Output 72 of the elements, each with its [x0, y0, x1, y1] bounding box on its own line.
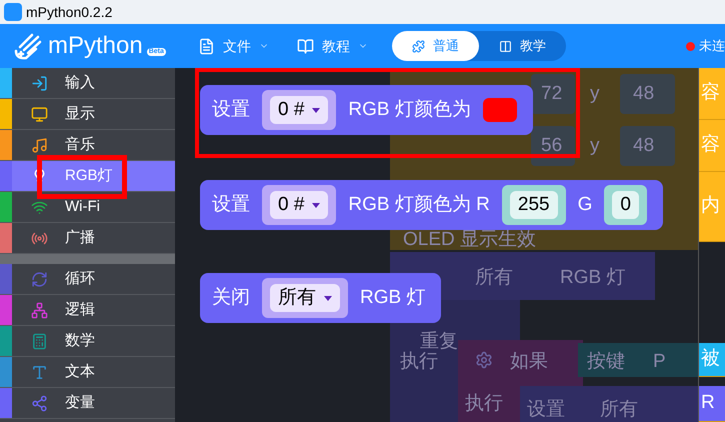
hierarchy-icon — [31, 302, 48, 318]
logo-text: mPython — [48, 31, 143, 61]
category-item[interactable]: 变量 — [0, 388, 175, 419]
faded-block-text: P — [653, 350, 666, 374]
edge-block: R — [699, 386, 725, 422]
faded-block-text: 执行 — [465, 392, 503, 416]
faded-block-text: 所有 — [475, 266, 513, 290]
gear-icon — [475, 351, 493, 369]
puzzle-icon — [412, 40, 425, 52]
dropdown-caret-icon — [312, 202, 320, 208]
code-block[interactable]: 设置 0 # RGB 灯颜色为 R 255 G 0 — [200, 180, 663, 230]
category-item[interactable]: 输入 — [0, 68, 175, 99]
nodes-icon — [31, 394, 48, 412]
connection-status: 未连 — [699, 37, 725, 56]
edge-block: 被 — [699, 343, 725, 377]
block-label: RGB 灯颜色为 R — [348, 192, 490, 217]
columns-icon — [498, 40, 512, 52]
number-slot[interactable]: 255 — [502, 185, 566, 225]
app-icon — [4, 3, 22, 21]
faded-block-text: 设置 — [527, 398, 565, 422]
category-item[interactable]: Wi-Fi — [0, 192, 175, 223]
code-block[interactable]: 设置 0 # RGB 灯颜色为 — [200, 85, 533, 135]
window-title: mPython0.2.2 — [26, 2, 112, 22]
color-swatch[interactable] — [482, 98, 517, 122]
calculator-icon — [31, 332, 48, 350]
text-icon — [31, 364, 48, 380]
code-block[interactable]: 关闭 所有 RGB 灯 — [200, 273, 442, 323]
faded-block-text: OLED 显示生效 — [403, 228, 536, 252]
block-label: 设置 — [212, 192, 250, 217]
dropdown-slot[interactable]: 所有 — [262, 278, 348, 318]
block-label: G — [578, 192, 592, 217]
faded-block-text: 如果 — [510, 350, 548, 374]
category-item[interactable]: 数学 — [0, 326, 175, 357]
block-label: RGB 灯颜色为 — [348, 98, 471, 122]
loop-arrows-icon — [31, 270, 48, 288]
faded-block-text: RGB 灯 — [560, 266, 626, 290]
block-label: RGB 灯 — [360, 286, 426, 310]
faded-slot — [620, 74, 675, 114]
dropdown-caret-icon — [324, 296, 332, 300]
faded-slot — [620, 126, 675, 166]
faded-block-text: 执行 — [400, 350, 438, 374]
edge-block: 内 — [699, 172, 725, 242]
faded-block-text: 56 — [541, 134, 562, 158]
faded-block-text: 48 — [633, 82, 654, 106]
faded-block-text: 48 — [633, 134, 654, 158]
dropdown-caret-icon — [312, 108, 320, 112]
number-slot[interactable]: 0 — [604, 185, 647, 225]
category-item[interactable]: RGB灯 — [0, 161, 175, 192]
block-label: 设置 — [212, 98, 250, 122]
login-icon — [31, 74, 48, 92]
faded-block-text: y — [590, 82, 600, 106]
dropdown-slot[interactable]: 0 # — [262, 185, 336, 225]
mode-tab[interactable]: 教学 — [478, 31, 566, 61]
dropdown-slot[interactable]: 0 # — [262, 90, 336, 130]
category-item[interactable]: 文本 — [0, 357, 175, 388]
faded-block-text: 72 — [541, 82, 562, 106]
category-item[interactable]: 显示 — [0, 99, 175, 130]
hand-logo-icon — [12, 31, 44, 61]
music-note-icon — [31, 136, 48, 154]
faded-block-text: 重复 — [420, 330, 458, 352]
category-item[interactable]: 逻辑 — [0, 295, 175, 326]
faded-slot — [531, 74, 575, 114]
faded-block-text: 按键 — [587, 350, 625, 374]
book-icon — [296, 38, 314, 54]
faded-block-text: 所有 — [600, 398, 638, 422]
edge-block: 容 — [699, 120, 725, 172]
category-item[interactable]: 循环 — [0, 264, 175, 295]
monitor-icon — [31, 106, 48, 122]
block-label: 关闭 — [212, 286, 250, 310]
faded-block-text: y — [590, 134, 600, 158]
edge-block: 容 — [699, 68, 725, 120]
document-icon — [198, 38, 215, 54]
